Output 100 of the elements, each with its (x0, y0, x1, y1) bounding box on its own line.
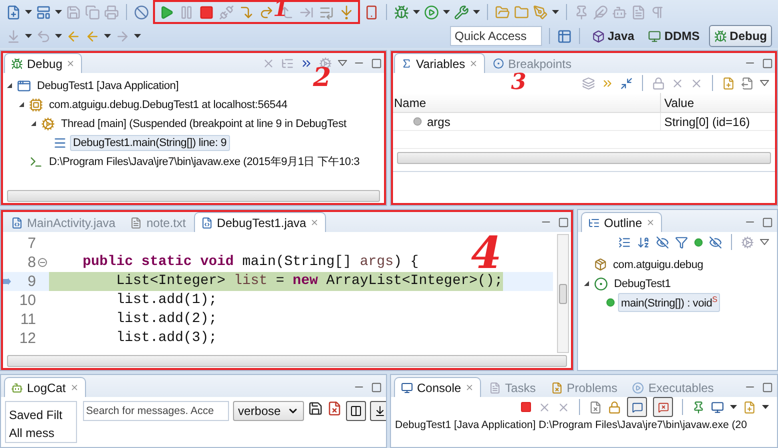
folder-icon[interactable] (495, 4, 510, 20)
maximize-icon[interactable] (371, 58, 382, 68)
caret-icon[interactable] (104, 34, 111, 38)
expand-arrow-icon[interactable] (29, 119, 38, 128)
horizontal-scrollbar[interactable] (7, 355, 567, 367)
layers-icon[interactable] (582, 76, 595, 90)
step-over-icon[interactable] (259, 4, 274, 20)
export-icon[interactable] (741, 76, 754, 90)
new-file-icon[interactable] (722, 76, 735, 90)
column-header[interactable]: Name (391, 93, 662, 113)
level-select[interactable]: verbose (233, 401, 304, 421)
perspective-button[interactable]: Java (586, 25, 640, 47)
caret-icon[interactable] (134, 34, 141, 38)
search-field[interactable]: Search for messages. Acce (83, 401, 229, 421)
document-icon[interactable] (631, 4, 646, 20)
robot-icon[interactable] (612, 4, 627, 20)
caret-icon[interactable] (443, 10, 450, 14)
lock-icon[interactable] (652, 76, 665, 90)
ban-icon[interactable] (134, 4, 149, 20)
sort-icon[interactable] (637, 236, 650, 248)
perspective-button[interactable]: DDMS (643, 25, 705, 47)
stop-icon[interactable] (520, 401, 532, 413)
view-tab[interactable]: Console (394, 377, 482, 397)
view-menu-icon[interactable] (760, 80, 769, 86)
pause-icon[interactable] (179, 4, 194, 20)
clear-log-icon[interactable] (326, 401, 342, 416)
gear-icon[interactable] (741, 236, 754, 248)
caret-icon[interactable] (25, 10, 32, 14)
tree-item[interactable]: D:\Program Files\Java\jre7\bin\javaw.exe (2015年9月1日 下午10:3 (46, 152, 363, 171)
expand-arrow-icon[interactable] (5, 81, 14, 90)
close-icon[interactable] (70, 383, 79, 392)
step-into-icon[interactable] (239, 4, 254, 20)
new-file-icon[interactable] (6, 4, 21, 20)
vertical-scrollbar[interactable] (557, 234, 569, 353)
clear-console-icon[interactable] (589, 400, 602, 414)
pin-icon[interactable] (574, 4, 589, 20)
open-perspective-icon[interactable] (556, 28, 572, 44)
new-console-icon[interactable] (743, 400, 756, 414)
hide-local-icon[interactable] (709, 236, 722, 248)
maximize-icon[interactable] (558, 216, 569, 228)
tree-item[interactable]: Thread [main] (Suspended (breakpoint at line 9 in DebugTest (58, 116, 350, 132)
stop-icon[interactable] (199, 4, 214, 20)
tree-item[interactable]: DebugTest1.main(String[]) line: 9 (70, 134, 230, 150)
caret-icon[interactable] (762, 405, 769, 409)
caret-icon[interactable] (473, 10, 480, 14)
show-output-button[interactable] (627, 397, 647, 417)
collapse-icon[interactable] (618, 236, 631, 248)
horizontal-scrollbar[interactable] (7, 190, 380, 202)
remove-icon[interactable] (538, 400, 551, 414)
lock-icon[interactable] (608, 400, 621, 414)
scroll-lock-button[interactable] (370, 401, 386, 421)
save-icon[interactable] (308, 401, 323, 416)
close-icon[interactable] (469, 59, 478, 68)
maximize-icon[interactable] (762, 58, 773, 68)
remove-icon[interactable] (262, 56, 275, 70)
caret-icon[interactable] (55, 34, 62, 38)
play-icon[interactable] (159, 4, 174, 20)
arrow-down-icon[interactable] (339, 4, 354, 20)
maximize-icon[interactable] (762, 216, 773, 228)
tree-icon[interactable] (281, 56, 294, 70)
view-tab[interactable]: Debug (4, 53, 82, 73)
expand-arrow-icon[interactable] (582, 279, 591, 288)
close-icon[interactable] (310, 218, 320, 227)
filter-icon[interactable] (675, 236, 688, 248)
arrow-to-line-icon[interactable] (299, 4, 314, 20)
view-tab[interactable]: Variables (394, 53, 486, 73)
caret-icon[interactable] (730, 405, 737, 409)
caret-icon[interactable] (552, 10, 559, 14)
filter-item[interactable]: All mess (9, 426, 73, 440)
view-menu-icon[interactable] (338, 60, 347, 66)
plug-icon[interactable] (219, 4, 234, 20)
tree-item[interactable]: DebugTest1 (611, 276, 674, 292)
quick-access-field[interactable]: Quick Access (450, 26, 542, 46)
printer-icon[interactable] (104, 4, 119, 20)
fold-icon[interactable] (38, 258, 47, 267)
tree-item[interactable]: main(String[]) : void$^{S}$ (618, 293, 720, 312)
close-icon[interactable] (465, 383, 474, 392)
list-icon[interactable] (319, 4, 334, 20)
maximize-icon[interactable] (371, 382, 382, 392)
feather-icon[interactable] (593, 4, 608, 20)
caret-icon[interactable] (25, 34, 32, 38)
remove-all-icon[interactable] (690, 76, 703, 90)
remove-all-icon[interactable] (557, 400, 570, 414)
phone-icon[interactable] (364, 4, 379, 20)
pin-icon[interactable] (692, 400, 705, 414)
caret-icon[interactable] (413, 10, 420, 14)
toggle-columns-button[interactable] (346, 401, 366, 421)
collapse-icon[interactable] (620, 76, 633, 90)
pilcrow-icon[interactable] (650, 4, 665, 20)
perspective-button[interactable]: Debug (708, 25, 772, 47)
copy-icon[interactable] (85, 4, 100, 20)
view-tab[interactable]: LogCat (4, 377, 86, 397)
maximize-icon[interactable] (762, 382, 773, 392)
view-menu-icon[interactable] (760, 239, 769, 245)
tree-item[interactable]: com.atguigu.debug (610, 256, 706, 272)
editor-tab[interactable]: DebugTest1.java (194, 212, 326, 232)
folder-icon[interactable] (514, 4, 529, 20)
horizontal-scrollbar[interactable] (397, 152, 771, 164)
expand-arrow-icon[interactable] (17, 100, 26, 109)
hide-fields-icon[interactable] (656, 236, 669, 248)
